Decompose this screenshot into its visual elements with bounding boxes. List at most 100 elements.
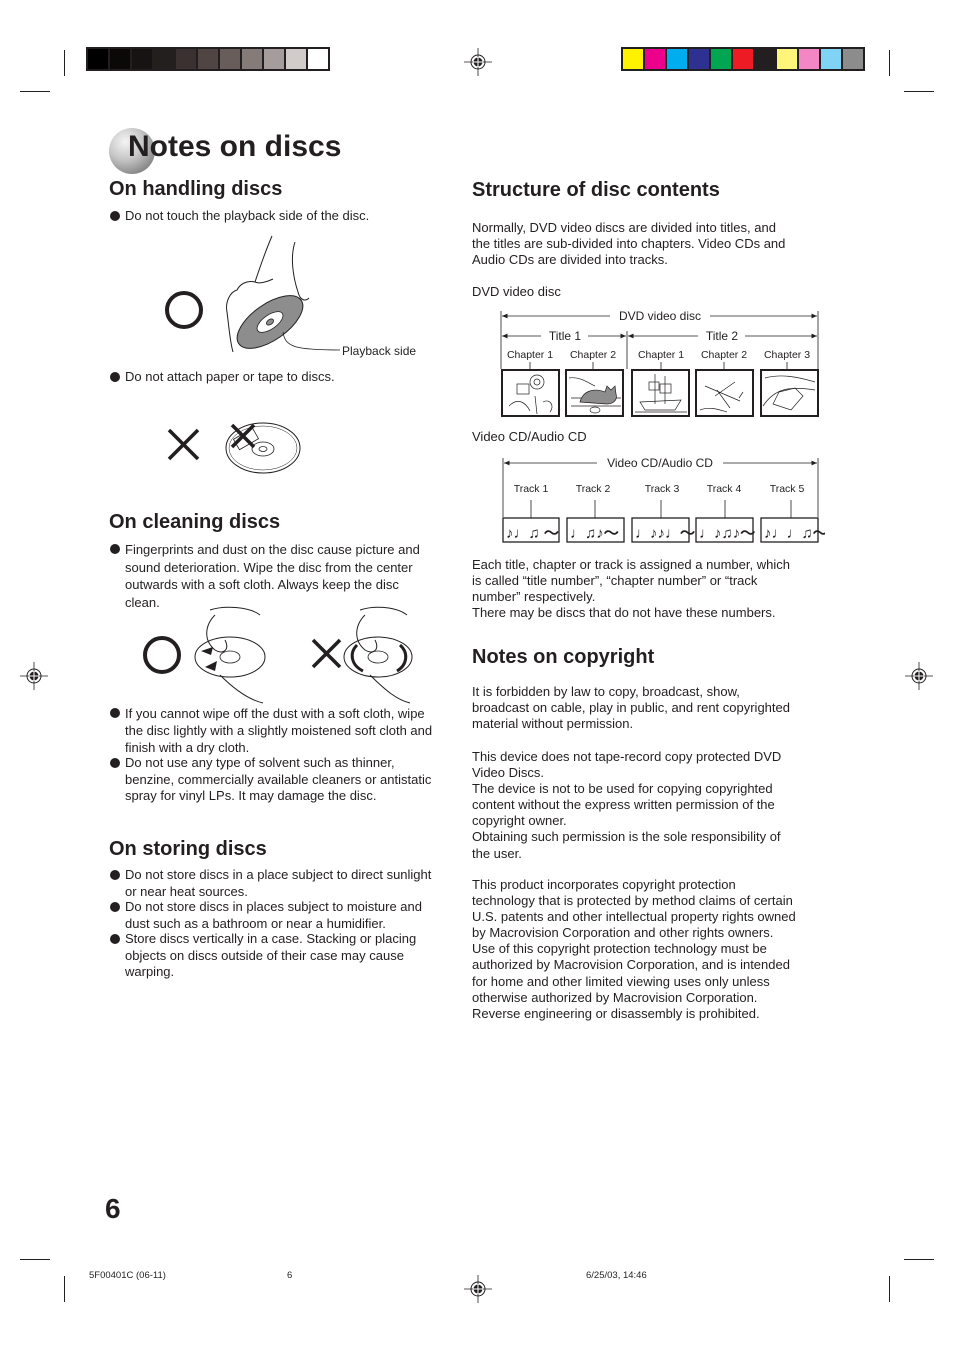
color-swatch — [689, 49, 709, 69]
color-swatch — [755, 49, 775, 69]
color-swatch — [264, 49, 284, 69]
crop-mark — [64, 1276, 65, 1302]
handling-disc-illustration — [165, 235, 341, 353]
vcd-diagram-label: Video CD/Audio CD — [472, 429, 587, 444]
playback-side-label: Playback side — [342, 344, 417, 358]
line: technology that is protected by method c… — [472, 893, 793, 909]
no-tape-illustration — [167, 422, 301, 474]
line: Do not use any type of solvent such as t… — [125, 755, 395, 770]
chapter-label: Chapter 1 — [507, 349, 553, 361]
color-swatch — [242, 49, 262, 69]
chapter-label: Chapter 2 — [570, 349, 616, 361]
cleaning-bullet-3: Do not use any type of solvent such as t… — [109, 755, 465, 805]
line: spray for vinyl LPs. It may damage the d… — [125, 788, 377, 803]
ok-circle-icon — [143, 636, 181, 674]
line: Each title, chapter or track is assigned… — [472, 557, 790, 572]
line: the user. — [472, 845, 522, 861]
color-swatch — [198, 49, 218, 69]
dvd-structure-diagram: DVD video disc Title 1 Title 2 Chapter 1… — [500, 309, 819, 417]
copyright-paragraph-1: It is forbidden by law to copy, broadcas… — [472, 684, 817, 732]
print-timestamp: 6/25/03, 14:46 — [586, 1270, 647, 1281]
handling-bullet-1: Do not touch the playback side of the di… — [109, 208, 455, 225]
line: warping. — [125, 964, 175, 979]
structure-heading: Structure of disc contents — [472, 179, 720, 201]
color-swatch — [623, 49, 643, 69]
vcd-span-label: Video CD/Audio CD — [607, 456, 713, 470]
line: authorized by Macrovision Corporation, a… — [472, 957, 790, 973]
registration-mark-icon — [20, 662, 48, 690]
color-swatch — [843, 49, 863, 69]
line: content without the express written perm… — [472, 797, 775, 813]
ng-cross-icon — [167, 428, 200, 461]
registration-mark-icon — [464, 1275, 492, 1303]
track-label: Track 2 — [576, 483, 611, 495]
line: This product incorporates copyright prot… — [472, 877, 736, 892]
music-notes-icon: ♩♪♪♩～ — [635, 525, 695, 542]
crop-mark — [889, 1276, 890, 1302]
line: Use of this copyright protection technol… — [472, 941, 767, 957]
doc-code: 5F00401C (06-11) — [89, 1270, 166, 1281]
chapter-thumbnail — [501, 369, 560, 417]
storing-heading: On storing discs — [109, 838, 267, 860]
color-swatch — [132, 49, 152, 69]
line: for home and other limited viewing uses … — [472, 973, 770, 989]
storing-bullet-1: Do not store discs in a place subject to… — [109, 867, 465, 900]
color-swatch — [799, 49, 819, 69]
chapter-label: Chapter 1 — [638, 349, 684, 361]
color-swatch — [154, 49, 174, 69]
chapter-label: Chapter 3 — [764, 349, 810, 361]
line: otherwise authorized by Macrovision Corp… — [472, 989, 758, 1005]
music-notes-icon: ♩♫♪～ — [570, 525, 619, 542]
line: Store discs vertically in a case. Stacki… — [125, 931, 417, 946]
track-label: Track 4 — [707, 483, 742, 495]
line: the disc lightly with a slightly moisten… — [125, 723, 433, 738]
line: Normally, DVD video discs are divided in… — [472, 220, 776, 235]
title-label: Title 2 — [706, 329, 739, 343]
line: Fingerprints and dust on the disc cause … — [125, 542, 420, 557]
color-swatch — [110, 49, 130, 69]
line: benzine, commercially available cleaners… — [125, 771, 432, 787]
dvd-diagram-label: DVD video disc — [472, 284, 561, 299]
line: The device is not to be used for copying… — [472, 781, 773, 797]
line: or near heat sources. — [125, 883, 248, 899]
line: If you cannot wipe off the dust with a s… — [125, 706, 425, 721]
line: It is forbidden by law to copy, broadcas… — [472, 684, 740, 699]
line: This device does not tape-record copy pr… — [472, 749, 782, 764]
line: sound deterioration. Wipe the disc from … — [125, 559, 413, 575]
storing-bullet-2: Do not store discs in places subject to … — [109, 899, 465, 932]
title-label: Title 1 — [549, 329, 582, 343]
music-notes-icon: ♪♩♫ ～ — [506, 525, 559, 542]
line: broadcast on cable, play in public, and … — [472, 700, 790, 716]
crop-mark — [904, 1259, 934, 1260]
disc-with-tape-icon — [225, 422, 301, 474]
crop-mark — [64, 50, 65, 76]
cleaning-bullet-2: If you cannot wipe off the dust with a s… — [109, 705, 465, 756]
ok-circle-icon — [165, 291, 203, 329]
numbering-note: Each title, chapter or track is assigned… — [472, 557, 817, 621]
line: Obtaining such permission is the sole re… — [472, 829, 781, 845]
color-swatch — [88, 49, 108, 69]
vcd-structure-diagram: Video CD/Audio CD Track 1 Track 2 Track … — [502, 456, 825, 543]
track-label: Track 3 — [645, 483, 680, 495]
color-swatch — [711, 49, 731, 69]
process-color-bar — [621, 47, 865, 71]
line: material without permission. — [472, 716, 634, 732]
crop-mark — [20, 1259, 50, 1260]
handling-heading: On handling discs — [109, 178, 283, 200]
line: copyright owner. — [472, 813, 567, 829]
color-swatch — [777, 49, 797, 69]
color-swatch — [286, 49, 306, 69]
line: by Macrovision Corporation and other rig… — [472, 925, 774, 941]
crop-mark — [904, 91, 934, 92]
copyright-heading: Notes on copyright — [472, 646, 655, 668]
color-swatch — [821, 49, 841, 69]
wipe-outward-icon — [194, 606, 266, 704]
cleaning-illustration — [143, 606, 413, 704]
grayscale-color-bar — [86, 47, 330, 71]
track-label: Track 5 — [770, 483, 805, 495]
line: objects on discs outside of their case m… — [125, 947, 404, 963]
cleaning-heading: On cleaning discs — [109, 511, 281, 533]
color-swatch — [667, 49, 687, 69]
line: Video Discs. — [472, 765, 545, 781]
dvd-span-label: DVD video disc — [619, 309, 701, 323]
